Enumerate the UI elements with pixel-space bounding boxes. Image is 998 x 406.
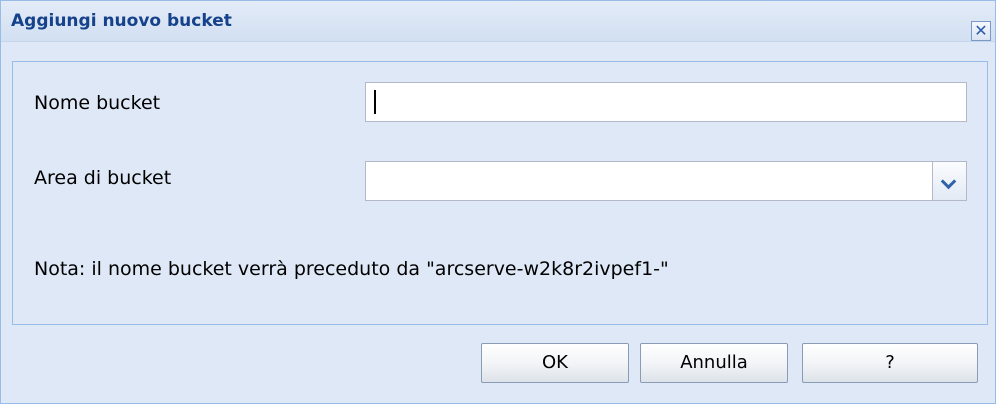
bucket-region-label: Area di bucket: [34, 167, 172, 189]
cancel-button[interactable]: Annulla: [640, 343, 788, 383]
bucket-name-label: Nome bucket: [34, 92, 161, 114]
close-icon: ✕: [974, 21, 988, 40]
bucket-name-input[interactable]: [365, 82, 967, 122]
bucket-name-note: Nota: il nome bucket verrà preceduto da …: [34, 258, 669, 280]
close-button[interactable]: ✕: [971, 21, 991, 41]
text-caret: [374, 90, 376, 114]
add-bucket-dialog: Aggiungi nuovo bucket ✕ Nome bucket Area…: [0, 0, 996, 404]
help-button[interactable]: ?: [802, 343, 978, 383]
dialog-title: Aggiungi nuovo bucket: [11, 11, 232, 31]
bucket-region-combo[interactable]: [365, 161, 967, 201]
form-panel: Nome bucket Area di bucket Nota: il nome…: [12, 61, 988, 325]
dialog-titlebar: Aggiungi nuovo bucket ✕: [1, 1, 995, 42]
ok-button[interactable]: OK: [481, 343, 629, 383]
chevron-down-icon: [940, 173, 957, 190]
region-dropdown-trigger[interactable]: [932, 162, 966, 200]
